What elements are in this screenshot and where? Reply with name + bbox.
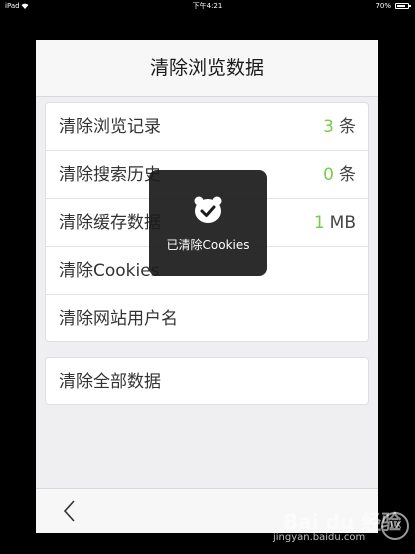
row-value: 1 MB	[314, 199, 356, 247]
row-unit: 条	[339, 165, 356, 185]
row-unit: MB	[329, 213, 356, 233]
row-value: 0条	[323, 151, 356, 199]
row-unit: 条	[339, 117, 356, 137]
app-screen: 清除浏览数据 清除浏览记录 3条 清除搜索历史 0条 清除缓存数据 1 MB 清除…	[36, 40, 378, 533]
toast-notification: 已清除Cookies	[149, 170, 267, 276]
battery-icon	[395, 3, 411, 9]
navigation-bar: 清除浏览数据	[36, 40, 378, 97]
row-label: 清除浏览记录	[59, 117, 161, 137]
row-label: 清除全部数据	[59, 372, 161, 392]
clear-all-button[interactable]: 清除全部数据	[46, 358, 368, 406]
bear-check-icon	[194, 196, 222, 223]
row-value: 3条	[323, 103, 356, 151]
row-label: 清除缓存数据	[59, 213, 161, 233]
battery-percent: 70%	[375, 2, 391, 10]
row-count: 3	[323, 117, 334, 137]
zoom-indicator[interactable]: 1X	[381, 512, 409, 540]
clear-history-row[interactable]: 清除浏览记录 3条	[46, 103, 368, 151]
clear-usernames-row[interactable]: 清除网站用户名	[46, 295, 368, 343]
watermark-url: jingyan.baidu.com	[273, 532, 366, 543]
toast-message: 已清除Cookies	[166, 238, 250, 252]
row-label: 清除网站用户名	[59, 309, 178, 329]
status-bar: iPad 下午4:21 70%	[0, 0, 415, 13]
row-label: 清除Cookies	[59, 261, 160, 281]
row-count: 1	[313, 213, 325, 233]
clear-all-group: 清除全部数据	[45, 357, 369, 405]
page-title: 清除浏览数据	[149, 57, 264, 79]
row-count: 0	[323, 165, 334, 185]
clock: 下午4:21	[192, 2, 223, 10]
row-label: 清除搜索历史	[59, 165, 161, 185]
watermark: Bai du 经验 jingyan.baidu.com 1X	[271, 502, 411, 552]
chevron-left-icon[interactable]	[62, 499, 78, 523]
